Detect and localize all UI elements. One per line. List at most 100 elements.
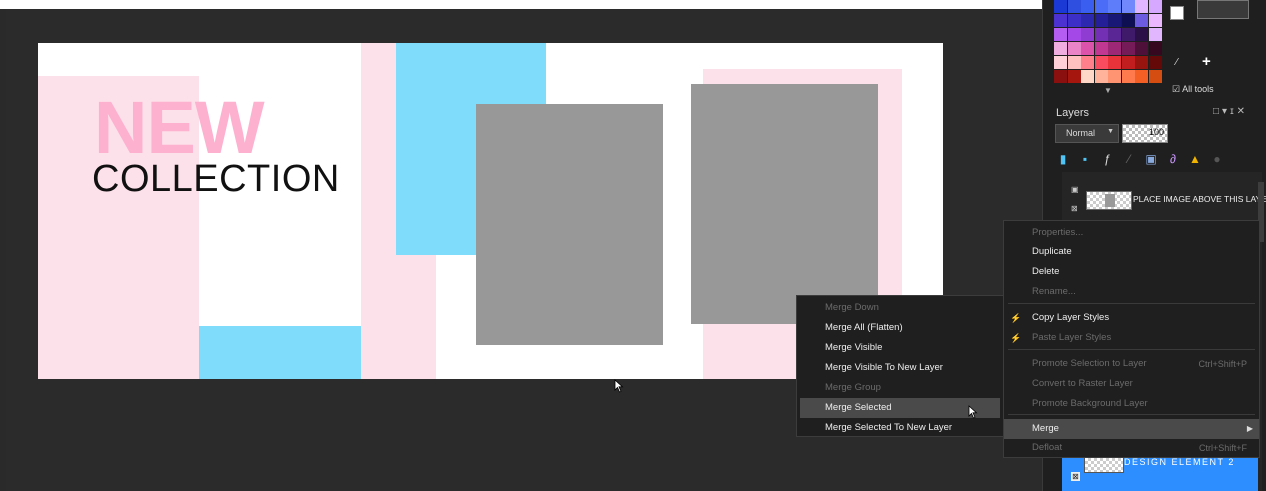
palette-side-swatch[interactable] bbox=[1170, 6, 1184, 20]
palette-swatch[interactable] bbox=[1108, 0, 1121, 13]
palette-swatch[interactable] bbox=[1067, 0, 1081, 13]
palette-swatch[interactable] bbox=[1121, 28, 1135, 41]
add-icon[interactable]: + bbox=[1202, 53, 1211, 70]
new-layer-icon[interactable]: ▮ bbox=[1056, 152, 1070, 166]
palette-swatch[interactable] bbox=[1094, 28, 1108, 41]
menu-item-delete[interactable]: Delete bbox=[1004, 262, 1259, 282]
palette-swatch[interactable] bbox=[1135, 0, 1148, 13]
dropdown-icon[interactable]: ▾ bbox=[1222, 106, 1230, 117]
layer-name: DESIGN ELEMENT 2 bbox=[1124, 457, 1235, 467]
palette-swatch[interactable] bbox=[1054, 14, 1067, 27]
blend-mode-select[interactable]: Normal ▼ bbox=[1055, 124, 1119, 143]
menu-item-merge-selected-to-new-layer[interactable]: Merge Selected To New Layer bbox=[797, 418, 1003, 438]
menu-item-label: Merge Selected To New Layer bbox=[825, 422, 953, 433]
palette-swatch[interactable] bbox=[1148, 0, 1162, 13]
eyedropper-icon[interactable]: ⁄ bbox=[1176, 57, 1178, 68]
brush-icon[interactable]: ⁄ bbox=[1122, 152, 1136, 166]
menu-item-merge-down[interactable]: Merge Down bbox=[797, 298, 1003, 318]
opacity-field[interactable]: 100 bbox=[1122, 124, 1168, 143]
palette-swatch[interactable] bbox=[1067, 70, 1081, 83]
menu-item-label: Merge bbox=[1032, 423, 1059, 434]
menu-item-duplicate[interactable]: Duplicate bbox=[1004, 242, 1259, 262]
new-group-icon[interactable]: ▪ bbox=[1078, 152, 1092, 166]
all-tools-checkbox[interactable]: ☑ All tools bbox=[1172, 84, 1214, 95]
palette-swatch[interactable] bbox=[1108, 14, 1121, 27]
palette-swatch[interactable] bbox=[1121, 56, 1135, 69]
palette-swatch[interactable] bbox=[1135, 42, 1148, 55]
menu-item-properties[interactable]: Properties... bbox=[1004, 223, 1259, 243]
palette-swatch[interactable] bbox=[1054, 0, 1067, 13]
palette-swatch[interactable] bbox=[1094, 70, 1108, 83]
panel-controls[interactable]: □▾ɪ✕ bbox=[1213, 106, 1248, 117]
mouse-cursor-icon bbox=[614, 379, 624, 393]
palette-swatch[interactable] bbox=[1081, 70, 1094, 83]
lock-icon[interactable]: ▲ bbox=[1188, 152, 1202, 166]
palette-swatch[interactable] bbox=[1121, 14, 1135, 27]
palette-swatch[interactable] bbox=[1094, 56, 1108, 69]
palette-swatch[interactable] bbox=[1067, 28, 1081, 41]
palette-swatch[interactable] bbox=[1067, 56, 1081, 69]
palette-swatch[interactable] bbox=[1081, 56, 1094, 69]
menu-item-defloat[interactable]: Defloat Ctrl+Shift+F bbox=[1004, 438, 1259, 458]
palette-swatch[interactable] bbox=[1135, 14, 1148, 27]
palette-swatch[interactable] bbox=[1108, 42, 1121, 55]
palette-swatch[interactable] bbox=[1054, 70, 1067, 83]
menu-item-paste-layer-styles[interactable]: Paste Layer Styles ⚡ bbox=[1004, 328, 1259, 348]
mask-icon[interactable]: ▣ bbox=[1144, 152, 1158, 166]
palette-button[interactable] bbox=[1197, 0, 1249, 19]
palette-swatch[interactable] bbox=[1094, 0, 1108, 13]
palette-swatch[interactable] bbox=[1148, 14, 1162, 27]
palette-swatch[interactable] bbox=[1135, 56, 1148, 69]
palette-swatch[interactable] bbox=[1081, 0, 1094, 13]
palette-swatch[interactable] bbox=[1121, 70, 1135, 83]
palette-swatch[interactable] bbox=[1081, 28, 1094, 41]
menu-item-label: Merge Visible bbox=[825, 342, 883, 353]
close-icon[interactable]: ✕ bbox=[1237, 106, 1248, 117]
menu-item-promote-selection-to-layer[interactable]: Promote Selection to Layer Ctrl+Shift+P bbox=[1004, 354, 1259, 374]
palette-swatch[interactable] bbox=[1081, 42, 1094, 55]
palette-swatch[interactable] bbox=[1054, 28, 1067, 41]
palette-swatch[interactable] bbox=[1148, 70, 1162, 83]
palette-swatch[interactable] bbox=[1108, 70, 1121, 83]
menu-item-label: Merge Down bbox=[825, 302, 879, 313]
palette-swatch[interactable] bbox=[1148, 56, 1162, 69]
palette-swatch[interactable] bbox=[1067, 42, 1081, 55]
palette-swatch[interactable] bbox=[1148, 42, 1162, 55]
delete-layer-icon[interactable]: ● bbox=[1210, 152, 1224, 166]
palette-swatch[interactable] bbox=[1148, 28, 1162, 41]
menu-item-copy-layer-styles[interactable]: Copy Layer Styles ⚡ bbox=[1004, 308, 1259, 328]
menu-item-merge-visible[interactable]: Merge Visible bbox=[797, 338, 1003, 358]
color-palette[interactable] bbox=[1054, 0, 1162, 86]
maximize-icon[interactable]: □ bbox=[1213, 106, 1222, 117]
menu-item-merge-visible-to-new-layer[interactable]: Merge Visible To New Layer bbox=[797, 358, 1003, 378]
menu-item-merge-group[interactable]: Merge Group bbox=[797, 378, 1003, 398]
palette-swatch[interactable] bbox=[1054, 42, 1067, 55]
layer-context-menu: Properties... Duplicate Delete Rename... Cop… bbox=[1003, 220, 1260, 458]
lightning-icon: ⚡ bbox=[1010, 313, 1022, 323]
menu-item-merge-all-flatten[interactable]: Merge All (Flatten) bbox=[797, 318, 1003, 338]
layer-row[interactable]: ▣ ⊠ PLACE IMAGE ABOVE THIS LAYER bbox=[1062, 182, 1266, 218]
cyan-block-bottom-left bbox=[199, 326, 364, 379]
palette-swatch[interactable] bbox=[1054, 56, 1067, 69]
palette-swatch[interactable] bbox=[1121, 42, 1135, 55]
layer-visibility-icon[interactable]: ▣ bbox=[1071, 185, 1079, 194]
menu-item-rename[interactable]: Rename... bbox=[1004, 282, 1259, 302]
checkbox-icon: ☑ bbox=[1172, 84, 1181, 94]
palette-swatch[interactable] bbox=[1108, 56, 1121, 69]
palette-swatch[interactable] bbox=[1094, 42, 1108, 55]
palette-swatch[interactable] bbox=[1108, 28, 1121, 41]
menu-item-convert-to-raster-layer[interactable]: Convert to Raster Layer bbox=[1004, 374, 1259, 394]
palette-swatch[interactable] bbox=[1081, 14, 1094, 27]
layer-styles-icon[interactable]: ƒ bbox=[1100, 152, 1114, 166]
lightning-icon: ⚡ bbox=[1010, 333, 1022, 343]
palette-swatch[interactable] bbox=[1135, 70, 1148, 83]
menu-separator bbox=[1008, 414, 1255, 415]
menu-item-merge[interactable]: Merge ▶ bbox=[1004, 419, 1259, 439]
palette-swatch[interactable] bbox=[1094, 14, 1108, 27]
menu-item-promote-background-layer[interactable]: Promote Background Layer bbox=[1004, 394, 1259, 414]
chevron-down-icon[interactable]: ▼ bbox=[1104, 86, 1112, 95]
link-icon[interactable]: ∂ bbox=[1166, 152, 1180, 166]
palette-swatch[interactable] bbox=[1135, 28, 1148, 41]
palette-swatch[interactable] bbox=[1067, 14, 1081, 27]
palette-swatch[interactable] bbox=[1121, 0, 1135, 13]
